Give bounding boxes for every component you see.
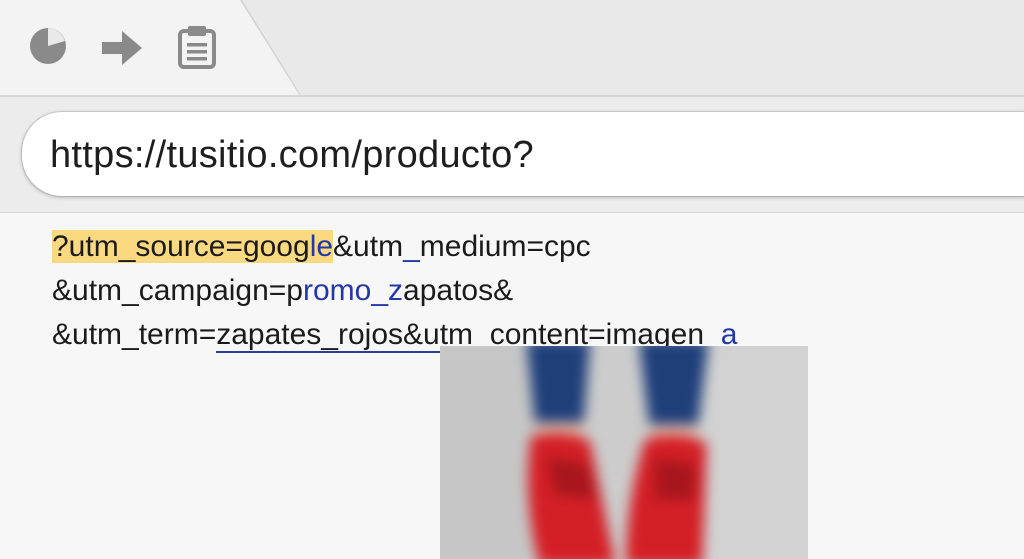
- clipboard-icon[interactable]: [176, 24, 218, 70]
- utm-line-2: &utm_campaign=promo_zapatos&: [52, 274, 514, 307]
- forward-arrow-icon[interactable]: [100, 26, 144, 70]
- utm-parameters: ?utm_source=google&utm_medium=cpc &utm_c…: [52, 225, 738, 357]
- product-image-red-shoes: [440, 346, 808, 559]
- history-icon[interactable]: [28, 26, 68, 66]
- utm-line-1: ?utm_source=google&utm_medium=cpc: [52, 230, 591, 263]
- url-text[interactable]: https://tusitio.com/producto?: [50, 134, 534, 177]
- utm-source-highlight: ?utm_source=google: [52, 230, 334, 263]
